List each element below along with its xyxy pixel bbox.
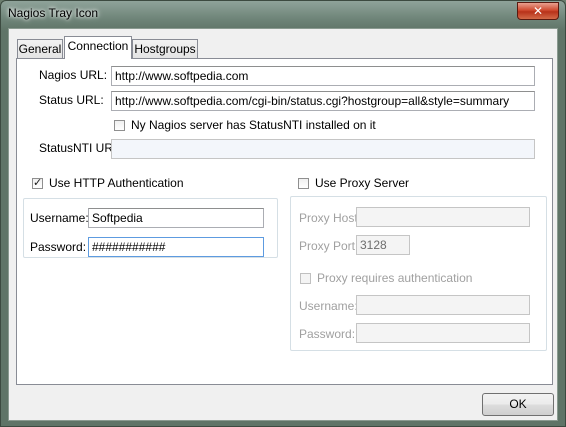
status-url-input[interactable]: http://www.softpedia.com/cgi-bin/status.… bbox=[111, 91, 535, 111]
status-url-label: Status URL: bbox=[39, 93, 104, 107]
connection-panel: Nagios URL: http://www.softpedia.com Sta… bbox=[16, 58, 553, 385]
proxy-group: Proxy Host: Proxy Port: 3128 Proxy requi… bbox=[290, 196, 547, 351]
proxy-host-input[interactable] bbox=[356, 207, 530, 227]
ok-button-label: OK bbox=[509, 397, 527, 411]
http-password-label: Password: bbox=[30, 240, 87, 254]
proxy-checkbox-label: Use Proxy Server bbox=[315, 176, 410, 190]
tab-connection-label: Connection bbox=[67, 39, 129, 53]
dialog-client-area: General Connection Hostgroups Nagios URL… bbox=[8, 28, 558, 421]
proxy-auth-checkbox-label: Proxy requires authentication bbox=[317, 271, 473, 285]
statusnti-url-input[interactable] bbox=[111, 139, 535, 159]
statusnti-checkbox[interactable] bbox=[114, 120, 125, 131]
title-bar[interactable]: Nagios Tray Icon ✕ bbox=[1, 1, 565, 27]
proxy-auth-checkbox[interactable] bbox=[300, 273, 311, 284]
nagios-url-label: Nagios URL: bbox=[39, 68, 108, 82]
tab-general[interactable]: General bbox=[17, 39, 63, 59]
close-icon: ✕ bbox=[532, 4, 544, 18]
tab-hostgroups[interactable]: Hostgroups bbox=[132, 39, 198, 59]
dialog-window: Nagios Tray Icon ✕ General Connection Ho… bbox=[0, 0, 566, 427]
http-username-label: Username: bbox=[30, 211, 89, 225]
tab-hostgroups-label: Hostgroups bbox=[134, 42, 196, 56]
statusnti-checkbox-label: Ny Nagios server has StatusNTI installed… bbox=[131, 118, 376, 132]
http-username-input[interactable]: Softpedia bbox=[88, 208, 264, 228]
proxy-password-input[interactable] bbox=[356, 323, 530, 343]
proxy-host-label: Proxy Host: bbox=[299, 211, 362, 225]
ok-button[interactable]: OK bbox=[482, 393, 554, 416]
proxy-username-label: Username: bbox=[299, 299, 358, 313]
http-password-input[interactable]: ########### bbox=[88, 237, 264, 257]
close-button[interactable]: ✕ bbox=[517, 2, 559, 20]
proxy-username-input[interactable] bbox=[356, 295, 530, 315]
http-auth-checkbox[interactable] bbox=[32, 176, 43, 189]
nagios-url-input[interactable]: http://www.softpedia.com bbox=[111, 66, 535, 86]
http-auth-group: Username: Softpedia Password: ##########… bbox=[23, 198, 278, 258]
proxy-port-label: Proxy Port: bbox=[299, 239, 359, 253]
http-auth-checkbox-label: Use HTTP Authentication bbox=[49, 176, 184, 190]
proxy-checkbox[interactable] bbox=[298, 178, 309, 189]
window-title: Nagios Tray Icon bbox=[8, 6, 99, 20]
proxy-port-input[interactable]: 3128 bbox=[356, 235, 410, 255]
tab-general-label: General bbox=[18, 42, 62, 56]
proxy-password-label: Password: bbox=[299, 327, 356, 341]
tab-connection[interactable]: Connection bbox=[64, 36, 132, 59]
